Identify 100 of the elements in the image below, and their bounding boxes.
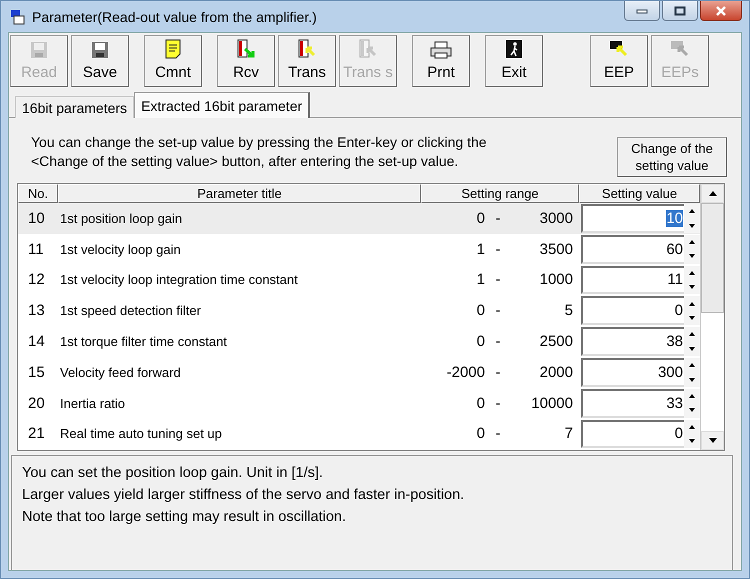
up-arrow-icon bbox=[708, 191, 716, 196]
down-arrow-icon bbox=[689, 224, 695, 228]
down-arrow-icon bbox=[689, 285, 695, 290]
up-arrow-icon bbox=[689, 302, 695, 306]
number-cell-text: 15 bbox=[27, 364, 46, 381]
tab[interactable]: Extracted 16bit parameter bbox=[134, 92, 310, 118]
table-row[interactable]: 11 1st velocity loop gain 1 - 3500 60 bbox=[18, 234, 700, 265]
title-cell-text: 1st position loop gain bbox=[59, 210, 184, 226]
receive-icon bbox=[236, 39, 256, 59]
title-cell-text: Real time auto tuning set up bbox=[59, 426, 223, 442]
toolbar-button[interactable]: Cmnt bbox=[144, 35, 202, 87]
value-field[interactable]: 300 bbox=[581, 358, 684, 387]
toolbar-button[interactable]: Exit bbox=[485, 35, 543, 87]
number-cell-text: 12 bbox=[27, 271, 46, 288]
number-cell-text: 14 bbox=[27, 333, 46, 350]
up-arrow-icon bbox=[689, 209, 695, 214]
table-row[interactable]: 20 Inertia ratio 0 - 10000 33 bbox=[18, 388, 700, 419]
table-row[interactable]: 13 1st speed detection filter 0 - 5 0 bbox=[18, 295, 700, 326]
range-separator: - bbox=[494, 271, 502, 288]
range-max-cell-text: 10000 bbox=[530, 394, 573, 412]
minimize-button[interactable] bbox=[624, 1, 660, 21]
change-setting-button[interactable]: Change of the setting value bbox=[617, 137, 727, 177]
toolbar-button[interactable]: EEP bbox=[590, 35, 648, 87]
table-row[interactable]: 14 1st torque filter time constant 0 - 2500 38 bbox=[18, 326, 700, 357]
toolbar-button[interactable]: Rcv bbox=[217, 35, 275, 87]
value-field[interactable]: 60 bbox=[581, 234, 684, 264]
value-field[interactable]: 33 bbox=[581, 388, 684, 418]
scroll-down-button[interactable] bbox=[701, 431, 724, 450]
range-separator: - bbox=[494, 364, 502, 381]
up-arrow-icon bbox=[689, 240, 695, 244]
down-arrow-icon bbox=[689, 346, 695, 351]
scrollbar-thumb[interactable] bbox=[701, 203, 724, 313]
table-row[interactable]: 21 Real time auto tuning set up 0 - 7 0 bbox=[18, 418, 700, 450]
title-cell-text: 1st velocity loop gain bbox=[59, 242, 182, 257]
toolbar-button[interactable]: Prnt bbox=[412, 35, 470, 87]
title-cell-text: Velocity feed forward bbox=[59, 364, 182, 380]
up-arrow-icon bbox=[689, 270, 695, 275]
range-separator: - bbox=[494, 394, 502, 412]
up-arrow-icon bbox=[689, 394, 695, 398]
range-max-cell-text: 7 bbox=[564, 425, 573, 442]
down-arrow-icon bbox=[689, 254, 695, 258]
range-max-cell-text: 1000 bbox=[538, 271, 573, 288]
number-cell-text: 21 bbox=[27, 425, 46, 442]
close-icon bbox=[714, 6, 728, 16]
up-arrow-icon bbox=[689, 332, 695, 336]
column-header: Setting range bbox=[421, 184, 579, 203]
range-separator: - bbox=[494, 333, 502, 350]
down-arrow-icon bbox=[708, 438, 716, 443]
range-min-cell-text: 0 bbox=[476, 425, 485, 442]
range-min-cell-text: -2000 bbox=[446, 364, 485, 381]
down-arrow-icon bbox=[689, 439, 695, 444]
range-separator: - bbox=[494, 302, 502, 320]
transmit-icon bbox=[358, 39, 378, 59]
column-header: Setting value bbox=[579, 184, 700, 203]
range-max-cell-text: 5 bbox=[564, 302, 573, 320]
description-text: Larger values yield larger stiffness of the servo and faster in-position. bbox=[22, 486, 466, 505]
down-arrow-icon bbox=[689, 408, 695, 412]
toolbar-button[interactable]: Trans bbox=[278, 35, 336, 87]
column-header: No. bbox=[18, 184, 58, 203]
maximize-icon bbox=[674, 6, 686, 16]
toolbar-button[interactable]: Save bbox=[71, 35, 129, 87]
close-button[interactable] bbox=[700, 1, 742, 21]
note-icon bbox=[165, 39, 181, 59]
up-arrow-icon bbox=[689, 424, 695, 429]
range-separator: - bbox=[494, 210, 502, 227]
range-max-cell-text: 3500 bbox=[538, 240, 573, 258]
number-cell-text: 11 bbox=[27, 240, 45, 258]
value-field[interactable]: 10 bbox=[581, 204, 684, 233]
printer-icon bbox=[430, 41, 452, 59]
title-cell-text: Inertia ratio bbox=[59, 396, 126, 411]
value-field[interactable]: 0 bbox=[581, 420, 684, 448]
instruction-text: You can change the set-up value by pressing the Enter-key or clicking the <Change of the setting value> button, after entering the set-up value. bbox=[31, 133, 488, 171]
up-arrow-icon bbox=[689, 363, 695, 368]
window-title: Parameter(Read-out value from the amplifier.) bbox=[32, 8, 318, 24]
description-text: You can set the position loop gain. Unit in [1/s]. bbox=[22, 464, 324, 483]
range-min-cell-text: 0 bbox=[476, 210, 485, 227]
range-separator: - bbox=[494, 425, 502, 442]
scroll-up-button[interactable] bbox=[701, 184, 724, 203]
table-row[interactable]: 10 1st position loop gain 0 - 3000 10 bbox=[18, 203, 700, 234]
table-row[interactable]: 12 1st velocity loop integration time constant 1 - 1000 11 bbox=[18, 264, 700, 296]
range-min-cell-text: 0 bbox=[476, 394, 485, 412]
exit-door-icon bbox=[505, 39, 523, 59]
value-field[interactable]: 11 bbox=[581, 266, 684, 294]
column-header: Parameter title bbox=[58, 184, 421, 203]
tab[interactable]: 16bit parameters bbox=[15, 96, 134, 118]
number-cell-text: 10 bbox=[27, 210, 46, 227]
range-min-cell-text: 0 bbox=[476, 333, 485, 350]
table-row[interactable]: 15 Velocity feed forward -2000 - 2000 300 bbox=[18, 356, 700, 388]
value-field[interactable]: 38 bbox=[581, 327, 684, 356]
number-cell-text: 20 bbox=[27, 394, 46, 412]
down-arrow-icon bbox=[689, 316, 695, 320]
down-arrow-icon bbox=[689, 378, 695, 382]
title-cell-text: 1st torque filter time constant bbox=[59, 334, 228, 350]
value-field[interactable]: 0 bbox=[581, 296, 684, 326]
title-cell-text: 1st speed detection filter bbox=[59, 303, 202, 318]
maximize-button[interactable] bbox=[662, 1, 698, 21]
chip-arrow-icon bbox=[609, 39, 629, 59]
number-cell-text: 13 bbox=[27, 302, 46, 320]
range-max-cell-text: 3000 bbox=[538, 210, 573, 227]
range-separator: - bbox=[494, 240, 502, 258]
